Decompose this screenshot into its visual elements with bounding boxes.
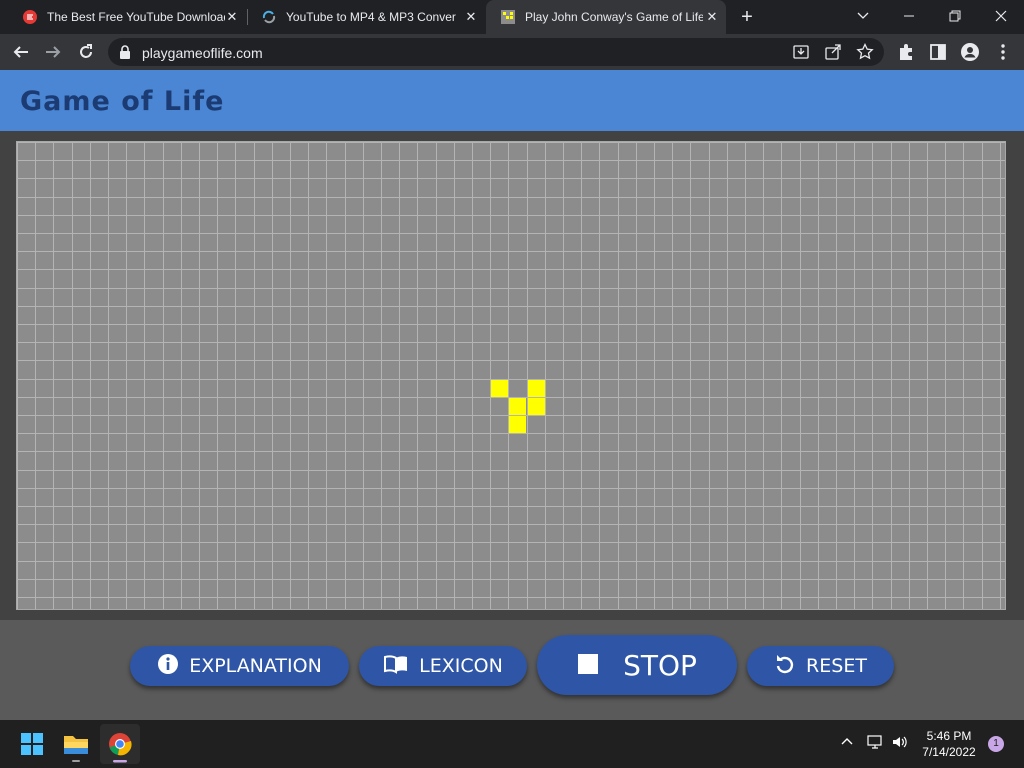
lexicon-button[interactable]: LEXICON [359, 646, 527, 686]
stop-label: STOP [623, 648, 697, 682]
stop-square-icon [577, 649, 599, 682]
close-icon[interactable] [986, 4, 1016, 28]
chrome-icon[interactable] [100, 724, 140, 764]
notification-badge[interactable]: 1 [988, 736, 1004, 752]
share-icon[interactable] [824, 43, 844, 61]
game-of-life-icon [500, 9, 516, 25]
lexicon-label: LEXICON [419, 655, 503, 677]
reset-arrow-icon [774, 653, 796, 680]
tab-title: YouTube to MP4 & MP3 Converter [286, 10, 456, 24]
back-arrow-icon[interactable] [9, 40, 33, 64]
tab-youtube-converter[interactable]: YouTube to MP4 & MP3 Converter ✕ [247, 0, 485, 34]
board-grid[interactable] [17, 142, 1005, 609]
network-icon[interactable] [866, 734, 884, 753]
side-panel-icon[interactable] [928, 42, 948, 62]
browser-toolbar: playgameoflife.com [0, 34, 1024, 70]
live-cell[interactable] [528, 398, 545, 415]
reset-label: RESET [806, 655, 867, 677]
live-cell[interactable] [491, 380, 508, 397]
profile-avatar-icon[interactable] [960, 42, 980, 62]
page-title: Game of Life [20, 86, 225, 117]
page-content: Game of Life EXPLANATION LEXICON STOP RE… [0, 70, 1024, 720]
grid-lines [17, 142, 1005, 609]
explanation-button[interactable]: EXPLANATION [130, 646, 349, 686]
system-clock[interactable]: 5:46 PM 7/14/2022 [916, 728, 982, 760]
clock-time: 5:46 PM [926, 729, 972, 743]
live-cell[interactable] [509, 398, 526, 415]
start-windows-icon[interactable] [12, 724, 52, 764]
tab-youtube-downloader[interactable]: The Best Free YouTube Downloader ✕ [8, 0, 246, 34]
tab-title: Play John Conway's Game of Life [525, 10, 703, 24]
open-book-icon [383, 654, 409, 679]
address-bar[interactable]: playgameoflife.com [108, 38, 884, 66]
info-icon [157, 653, 179, 680]
file-explorer-icon[interactable] [56, 724, 96, 764]
install-download-icon[interactable] [792, 43, 812, 61]
reset-button[interactable]: RESET [747, 646, 894, 686]
tab-close-icon[interactable]: ✕ [463, 9, 479, 25]
live-cell[interactable] [528, 380, 545, 397]
converter-icon [261, 9, 277, 25]
restore-icon[interactable] [940, 4, 970, 28]
clock-date: 7/14/2022 [922, 745, 976, 759]
minimize-icon[interactable] [894, 4, 924, 28]
volume-icon[interactable] [891, 734, 911, 753]
chevron-up-icon[interactable] [840, 734, 854, 751]
new-tab-button[interactable]: + [736, 6, 758, 28]
chevron-down-icon[interactable] [848, 4, 878, 28]
game-board[interactable] [16, 141, 1006, 610]
tab-game-of-life[interactable]: Play John Conway's Game of Life ✕ [486, 0, 726, 34]
site-header: Game of Life [0, 70, 1024, 131]
kebab-menu-icon[interactable] [993, 42, 1013, 62]
live-cell[interactable] [509, 416, 526, 433]
windows-taskbar: 5:46 PM 7/14/2022 1 [0, 720, 1024, 768]
tab-strip: The Best Free YouTube Downloader ✕ YouTu… [0, 0, 1024, 34]
explanation-label: EXPLANATION [189, 655, 322, 677]
tab-close-icon[interactable]: ✕ [704, 9, 720, 25]
stop-button[interactable]: STOP [537, 635, 737, 695]
reload-icon[interactable] [74, 40, 98, 64]
red-brand-icon [22, 9, 38, 25]
extensions-puzzle-icon[interactable] [896, 42, 916, 62]
lock-icon[interactable] [118, 45, 132, 59]
control-bar: EXPLANATION LEXICON STOP RESET [0, 620, 1024, 720]
tab-close-icon[interactable]: ✕ [224, 9, 240, 25]
tab-title: The Best Free YouTube Downloader [47, 10, 225, 24]
url-text[interactable]: playgameoflife.com [142, 45, 263, 61]
forward-arrow-icon[interactable] [41, 40, 65, 64]
bookmark-star-icon[interactable] [856, 42, 876, 61]
